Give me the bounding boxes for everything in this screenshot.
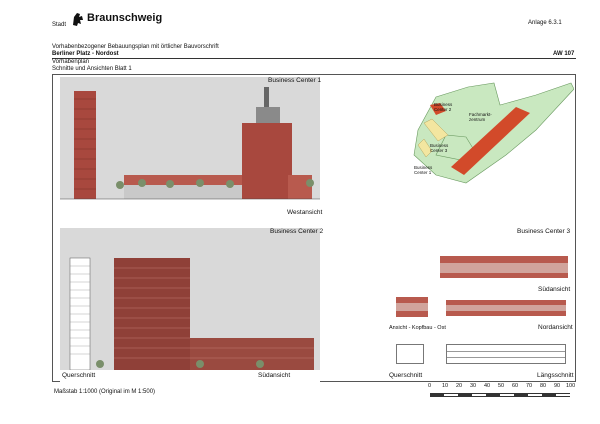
bc3-title: Business Center 3 [517, 228, 571, 235]
site-plan-map: Business Center 2 Fachmarkt-zentrum Busi… [396, 75, 575, 190]
scale-text: Maßstab 1:1000 (Original im M 1:500) [54, 389, 156, 395]
scale-tick: 10 [442, 383, 449, 389]
bc3-south-elevation [440, 256, 568, 278]
city-prefix: Stadt [52, 22, 67, 28]
annex-label: Anlage 6.3.1 [528, 20, 562, 26]
bc1-title: Business Center 1 [268, 77, 322, 84]
plan-code: AW 107 [553, 51, 575, 57]
bc3-long-section [446, 344, 566, 364]
scale-tick: 50 [498, 383, 505, 389]
bc2-title: Business Center 2 [270, 228, 324, 235]
scale-tick: 40 [484, 383, 491, 389]
city-name: Braunschweig [87, 12, 163, 24]
city-lion-logo-icon [71, 11, 85, 27]
bc1-elevation-panel [60, 77, 320, 218]
map-label-bc2: Business Center 2 [434, 102, 453, 112]
bc3-head-elevation [396, 297, 428, 317]
scale-tick: 70 [526, 383, 533, 389]
scale-tick: 0 [428, 383, 432, 389]
bc3-south-label: Südansicht [538, 286, 571, 293]
scale-tick: 60 [512, 383, 519, 389]
scale-tick: 100 [566, 383, 576, 389]
plan-type: Vorhabenplan [52, 59, 90, 65]
plan-title: Vorhabenbezogener Bebauungsplan mit örtl… [52, 44, 219, 50]
scale-tick: 20 [456, 383, 463, 389]
bc3-head-label: Ansicht - Kopfbau - Ost [389, 325, 446, 331]
scale-tick: 80 [540, 383, 547, 389]
plan-location: Berliner Platz - Nordost [52, 51, 119, 57]
scale-tick: 30 [470, 383, 477, 389]
bc3-north-elevation [446, 300, 566, 316]
header-divider [52, 58, 576, 59]
bc2-section-label: Querschnitt [62, 372, 96, 379]
map-label-fachmarkt: Fachmarkt-zentrum [469, 112, 492, 122]
map-label-bc3: Business Center 3 [430, 143, 449, 153]
plan-sheet: Schnitte und Ansichten Blatt 1 [52, 66, 132, 72]
bc3-cross-section [396, 344, 424, 364]
bc3-north-label: Nordansicht [538, 324, 573, 331]
bc2-view-label: Südansicht [258, 372, 291, 379]
map-label-bc1: Business Center 1 [414, 165, 433, 175]
scale-bar: 0 10 20 30 40 50 60 70 80 90 100 [425, 383, 577, 397]
bc1-view-label: Westansicht [287, 209, 323, 216]
bc3-cross-label: Querschnitt [389, 372, 423, 379]
scale-tick: 90 [554, 383, 561, 389]
bc2-elevation-panel [60, 228, 320, 382]
bc3-long-label: Längsschnitt [537, 372, 574, 379]
